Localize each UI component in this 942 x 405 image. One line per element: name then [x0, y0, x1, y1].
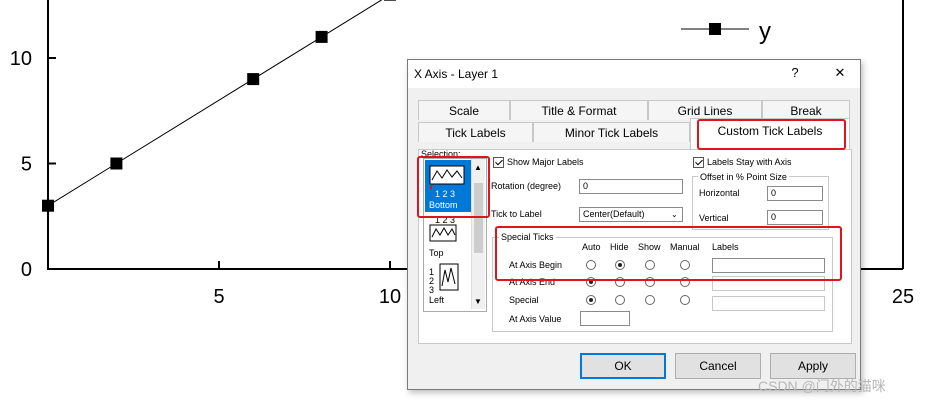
offset-horizontal-label: Horizontal	[699, 188, 740, 198]
tab-minor-tick-labels[interactable]: Minor Tick Labels	[533, 122, 690, 142]
tab-tick-labels[interactable]: Tick Labels	[418, 122, 533, 142]
labels-stay-with-axis-label: Labels Stay with Axis	[707, 157, 792, 167]
show-major-labels-label: Show Major Labels	[507, 157, 584, 167]
selection-left-nums: 123	[429, 267, 435, 295]
x-tick-label: 5	[213, 286, 224, 308]
rotation-label: Rotation (degree)	[491, 181, 562, 191]
rotation-input[interactable]: 0	[579, 179, 683, 194]
chevron-down-icon[interactable]: ⌄	[671, 210, 678, 219]
special-hide-radio[interactable]	[615, 295, 625, 305]
labels-stay-with-axis-checkbox[interactable]	[693, 157, 704, 168]
x-tick-label: 25	[892, 286, 914, 308]
data-point	[42, 199, 54, 212]
tick-to-label-select[interactable]: Center(Default)	[579, 207, 683, 222]
dialog-titlebar: X Axis - Layer 1 ? ✕	[408, 60, 860, 88]
tab-break[interactable]: Break	[762, 100, 850, 120]
x-tick-label: 10	[379, 286, 401, 308]
close-button[interactable]: ✕	[830, 65, 850, 81]
cancel-button[interactable]: Cancel	[675, 353, 761, 379]
data-point	[384, 0, 396, 1]
tab-scale[interactable]: Scale	[418, 100, 510, 120]
selection-left-label: Left	[429, 295, 445, 305]
series-line	[47, 0, 383, 207]
legend-marker	[709, 23, 721, 35]
y-tick-label: 10	[10, 48, 32, 70]
data-point	[315, 30, 328, 43]
at-axis-value-input[interactable]	[580, 311, 630, 326]
tick-to-label-label: Tick to Label	[491, 209, 542, 219]
special-labels-input[interactable]	[712, 296, 825, 311]
highlight-special-ticks	[495, 226, 842, 281]
selection-top-label: Top	[429, 248, 444, 258]
dialog-title: X Axis - Layer 1	[414, 67, 499, 81]
row-special-label: Special	[509, 295, 539, 305]
tab-grid-lines[interactable]: Grid Lines	[648, 100, 762, 120]
offset-horizontal-input[interactable]: 0	[767, 186, 823, 201]
special-manual-radio[interactable]	[680, 295, 690, 305]
special-show-radio[interactable]	[645, 295, 655, 305]
highlight-selection	[417, 156, 490, 218]
at-axis-value-label: At Axis Value	[509, 314, 562, 324]
top-axis-icon[interactable]	[428, 223, 468, 247]
scroll-down-icon[interactable]: ▼	[474, 297, 482, 306]
offset-title: Offset in % Point Size	[698, 172, 789, 182]
data-point	[247, 73, 260, 86]
tab-title-format[interactable]: Title & Format	[510, 100, 648, 120]
offset-vertical-input[interactable]: 0	[767, 210, 823, 225]
watermark: CSDN @门外的猫咪	[758, 378, 886, 394]
legend-label: y	[759, 18, 771, 45]
data-point	[110, 157, 123, 170]
help-button[interactable]: ?	[785, 65, 805, 80]
highlight-custom-tab	[697, 119, 846, 150]
offset-vertical-label: Vertical	[699, 213, 729, 223]
ok-button[interactable]: OK	[580, 353, 666, 379]
y-tick-label: 5	[21, 154, 32, 176]
show-major-labels-checkbox[interactable]	[493, 157, 504, 168]
x-axis-dialog: X Axis - Layer 1 ? ✕ Scale Title & Forma…	[407, 59, 861, 390]
special-auto-radio[interactable]	[586, 295, 596, 305]
y-tick-label: 0	[21, 259, 32, 281]
